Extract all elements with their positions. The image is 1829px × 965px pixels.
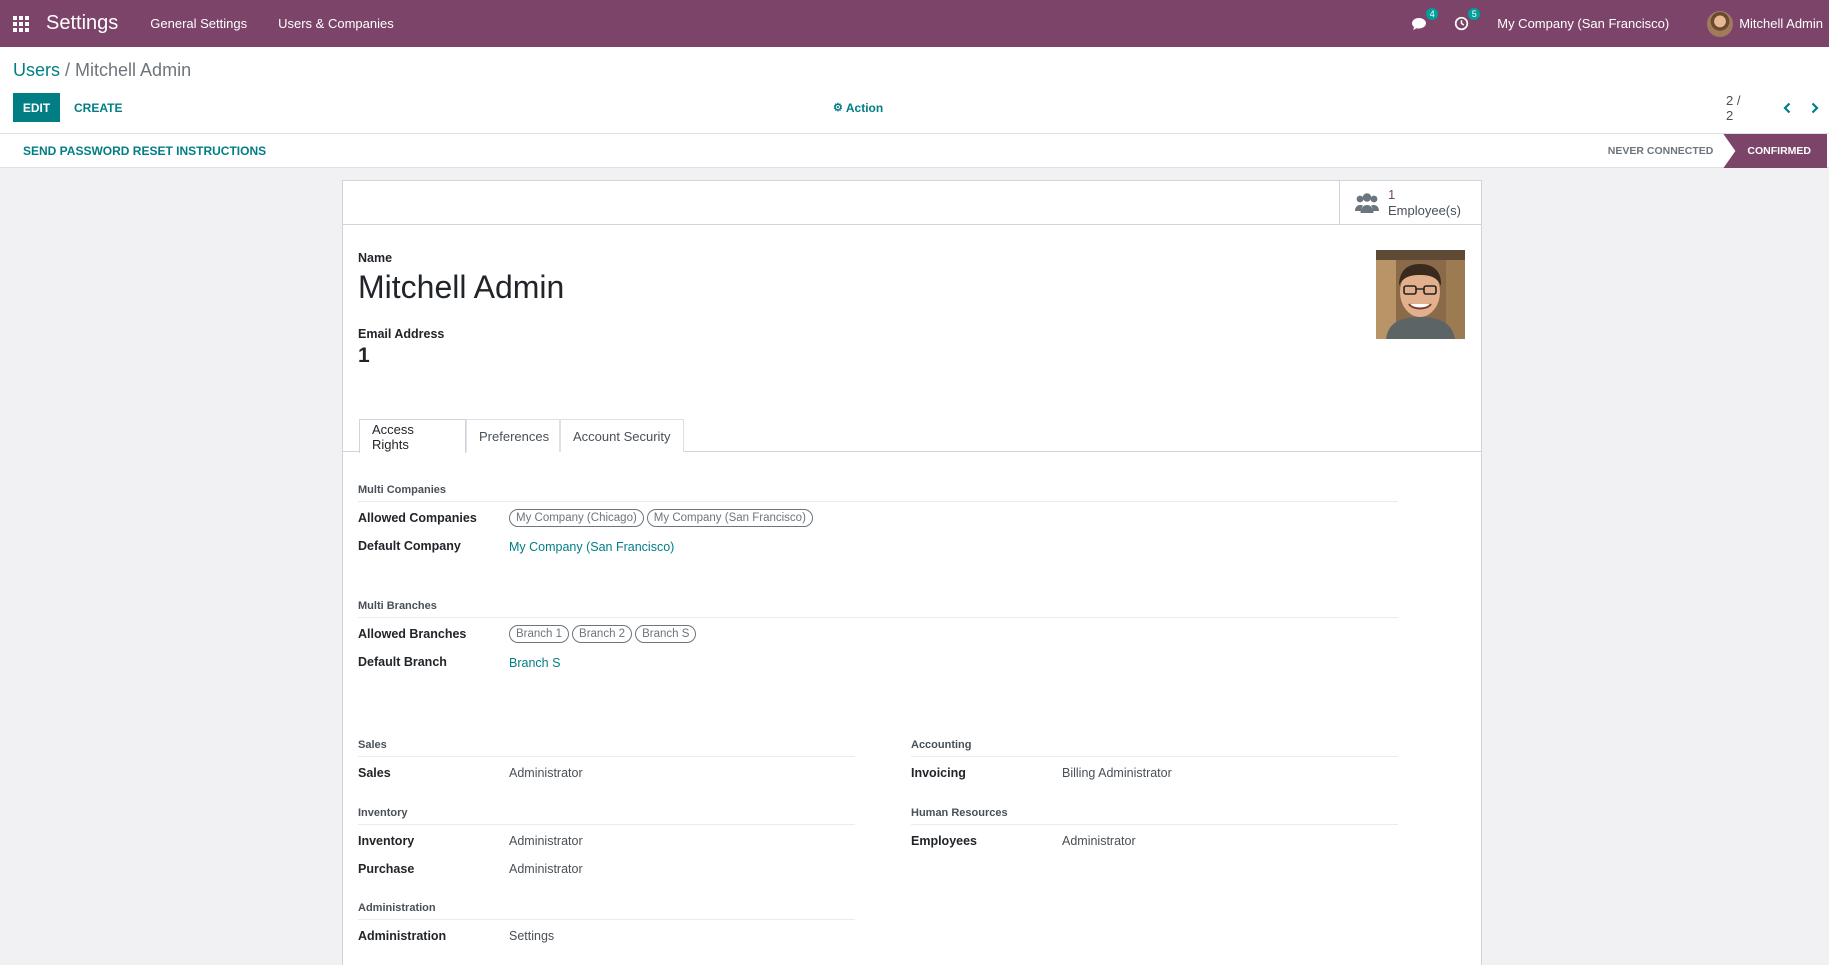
pager-next-button[interactable] — [1801, 93, 1829, 122]
top-navbar: Settings General Settings Users & Compan… — [0, 0, 1829, 47]
user-photo[interactable] — [1376, 250, 1465, 339]
users-icon — [1354, 191, 1380, 215]
allowed-branches-label: Allowed Branches — [358, 627, 467, 641]
section-multi-companies: Multi Companies — [358, 484, 1398, 502]
menu-general-settings[interactable]: General Settings — [150, 16, 247, 31]
administration-label: Administration — [358, 929, 447, 943]
notebook-tabs: Access Rights Preferences Account Securi… — [343, 419, 1481, 453]
employee-count: 1 — [1388, 187, 1396, 202]
breadcrumb-users-link[interactable]: Users — [13, 60, 60, 80]
user-menu[interactable]: Mitchell Admin — [1707, 10, 1823, 37]
default-company-link[interactable]: My Company (San Francisco) — [509, 540, 674, 554]
inventory-value: Administrator — [509, 834, 583, 848]
state-never-connected[interactable]: NEVER CONNECTED — [1598, 134, 1724, 168]
user-name: Mitchell Admin — [1739, 16, 1823, 31]
administration-value: Settings — [509, 929, 555, 943]
purchase-value: Administrator — [509, 862, 583, 876]
employees-value: Administrator — [1062, 834, 1136, 848]
section-sales: Sales — [358, 739, 855, 757]
button-box: 1 Employee(s) — [343, 181, 1481, 225]
create-button[interactable]: CREATE — [74, 93, 122, 122]
form-statusbar: SEND PASSWORD RESET INSTRUCTIONS NEVER C… — [0, 134, 1829, 168]
action-dropdown[interactable]: ⚙ Action — [833, 93, 883, 122]
name-label: Name — [358, 251, 393, 265]
activity-menu[interactable]: 5 — [1451, 7, 1481, 34]
inventory-label: Inventory — [358, 834, 415, 848]
clock-icon — [1454, 16, 1468, 31]
action-label: Action — [845, 100, 884, 115]
gear-icon: ⚙ — [833, 102, 843, 114]
control-panel: Users / Mitchell Admin EDIT CREATE ⚙ Act… — [0, 47, 1829, 134]
sales-label: Sales — [358, 766, 391, 780]
section-inventory: Inventory — [358, 807, 855, 825]
pager-previous-button[interactable] — [1773, 93, 1801, 122]
section-human-resources: Human Resources — [911, 807, 1398, 825]
purchase-label: Purchase — [358, 862, 415, 876]
allowed-branches-field[interactable]: Branch 1 Branch 2 Branch S — [509, 625, 697, 643]
sales-value: Administrator — [509, 766, 583, 780]
breadcrumb: Users / Mitchell Admin — [13, 60, 191, 81]
tab-account-security[interactable]: Account Security — [560, 419, 684, 452]
messages-badge: 4 — [1426, 7, 1439, 20]
pager: 2 / 2 — [1726, 93, 1829, 123]
form-sheet: 1 Employee(s) Name Mitchell Admin Email … — [342, 180, 1482, 965]
section-administration: Administration — [358, 902, 855, 920]
edit-button[interactable]: EDIT — [13, 93, 60, 122]
allowed-companies-label: Allowed Companies — [358, 511, 477, 525]
section-accounting: Accounting — [911, 739, 1398, 757]
breadcrumb-separator: / — [60, 60, 76, 80]
section-multi-branches: Multi Branches — [358, 600, 1398, 618]
invoicing-value: Billing Administrator — [1062, 766, 1172, 780]
tag-company-chicago[interactable]: My Company (Chicago) — [509, 509, 644, 527]
menu-users-companies[interactable]: Users & Companies — [278, 16, 394, 31]
chat-icon — [1412, 17, 1427, 30]
chevron-right-icon — [1811, 102, 1819, 113]
activities-badge: 5 — [1468, 7, 1481, 20]
company-switcher[interactable]: My Company (San Francisco) — [1497, 16, 1669, 31]
employees-label: Employees — [911, 834, 978, 848]
user-name-title: Mitchell Admin — [358, 269, 565, 305]
tag-company-san-francisco[interactable]: My Company (San Francisco) — [646, 509, 813, 527]
tag-branch-1[interactable]: Branch 1 — [509, 625, 570, 643]
default-company-label: Default Company — [358, 539, 461, 553]
pager-value[interactable]: 2 / 2 — [1726, 93, 1751, 123]
email-value: 1 — [358, 344, 370, 367]
send-password-reset-button[interactable]: SEND PASSWORD RESET INSTRUCTIONS — [23, 134, 266, 168]
allowed-companies-field[interactable]: My Company (Chicago) My Company (San Fra… — [509, 509, 813, 527]
email-label: Email Address — [358, 327, 445, 341]
state-confirmed[interactable]: CONFIRMED — [1723, 134, 1827, 168]
breadcrumb-current: Mitchell Admin — [75, 60, 192, 80]
app-brand[interactable]: Settings — [46, 12, 118, 35]
tag-branch-s[interactable]: Branch S — [635, 625, 697, 643]
default-branch-label: Default Branch — [358, 655, 447, 669]
invoicing-label: Invoicing — [911, 766, 966, 780]
apps-menu-icon[interactable] — [0, 0, 42, 47]
messaging-menu[interactable]: 4 — [1409, 7, 1439, 34]
user-avatar — [1707, 10, 1734, 37]
employees-smart-button[interactable]: 1 Employee(s) — [1339, 181, 1481, 225]
tag-branch-2[interactable]: Branch 2 — [572, 625, 633, 643]
tab-access-rights[interactable]: Access Rights — [359, 419, 466, 453]
tab-preferences[interactable]: Preferences — [466, 419, 560, 452]
state-widget: NEVER CONNECTED CONFIRMED — [1598, 134, 1827, 168]
employee-count-label: Employee(s) — [1388, 203, 1461, 218]
chevron-left-icon — [1783, 102, 1791, 113]
default-branch-link[interactable]: Branch S — [509, 656, 560, 670]
